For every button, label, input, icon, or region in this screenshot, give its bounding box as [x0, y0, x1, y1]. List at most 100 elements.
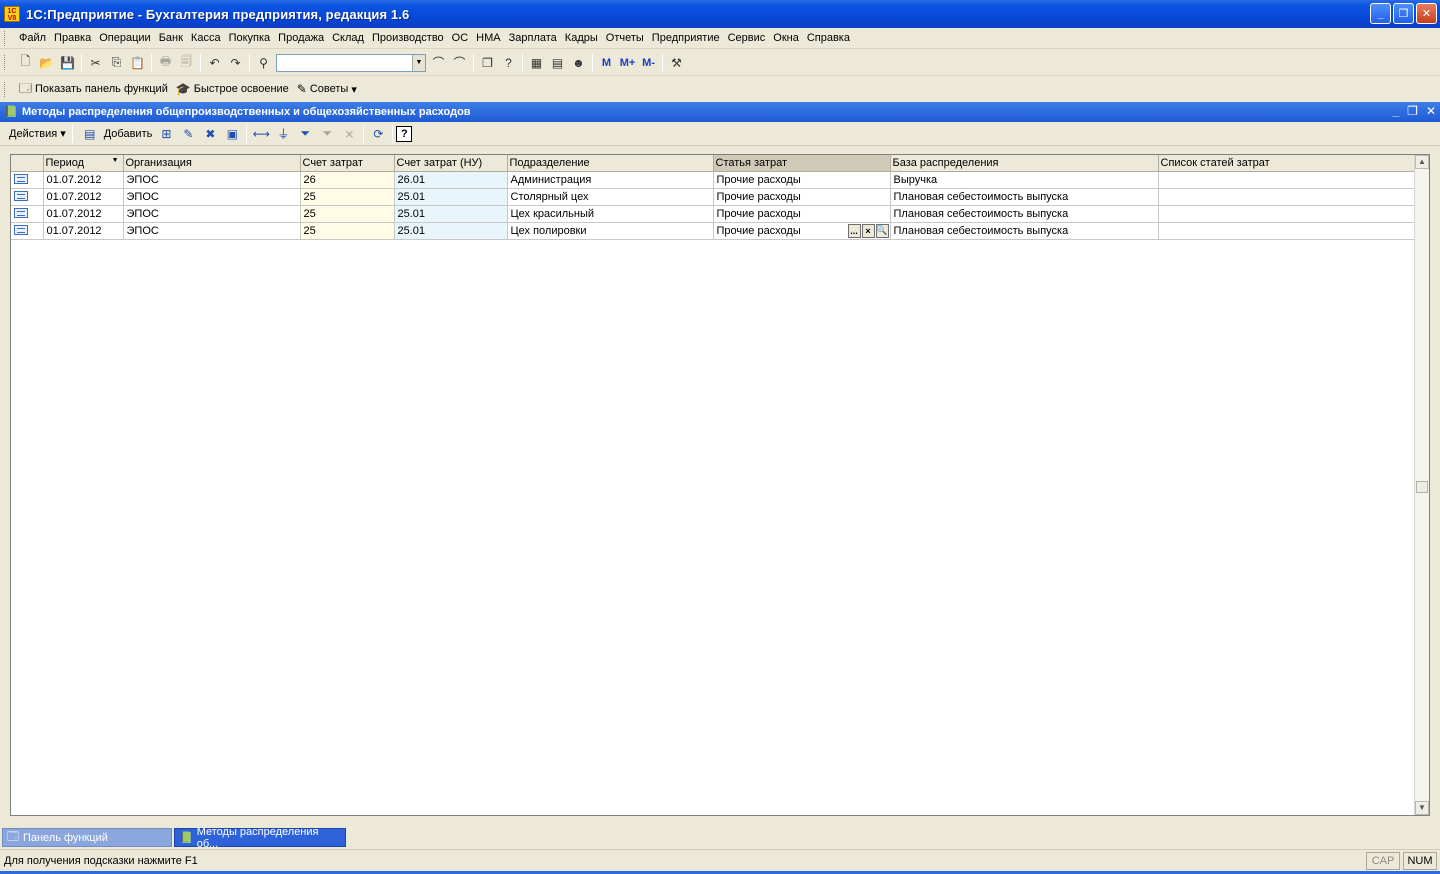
col-cost-item[interactable]: Статья затрат	[713, 155, 891, 172]
menu-file[interactable]: Файл	[15, 32, 50, 44]
tab-functions-panel[interactable]: 🗔 Панель функций	[2, 828, 172, 847]
cell-account[interactable]: 26	[300, 171, 395, 189]
new-document-icon[interactable]: 🗋	[15, 53, 36, 73]
cell-period[interactable]: 01.07.2012	[43, 222, 124, 240]
tips-button[interactable]: ✎ Советы ▾	[293, 82, 361, 96]
table-row-selected[interactable]: 01.07.2012 ЭПОС 25 25.01 Цех полировки П…	[11, 222, 1417, 240]
table-row[interactable]: 01.07.2012 ЭПОС 25 25.01 Столярный цех П…	[11, 188, 1417, 206]
cell-account-nu[interactable]: 25.01	[394, 222, 508, 240]
cell-division[interactable]: Цех полировки	[507, 222, 714, 240]
cell-cost-item[interactable]: Прочие расходы	[713, 171, 891, 189]
help-button[interactable]: ?	[396, 125, 413, 142]
interval-icon[interactable]: ⟷	[250, 124, 272, 144]
cell-base[interactable]: Плановая себестоимость выпуска	[890, 205, 1159, 223]
menu-production[interactable]: Производство	[368, 32, 448, 44]
cell-cost-item-editing[interactable]: Прочие расходы ... × 🔍	[713, 222, 891, 240]
child-close-button[interactable]: ✕	[1426, 104, 1436, 118]
search-combo[interactable]: ▼	[276, 53, 426, 72]
cell-period[interactable]: 01.07.2012	[43, 188, 124, 206]
menu-operations[interactable]: Операции	[95, 32, 154, 44]
cell-account[interactable]: 25	[300, 205, 395, 223]
menu-service[interactable]: Сервис	[724, 32, 770, 44]
cell-account[interactable]: 25	[300, 222, 395, 240]
scroll-thumb[interactable]	[1416, 481, 1428, 493]
help-1c-icon[interactable]: ?	[498, 53, 519, 73]
col-cost-list[interactable]: Список статей затрат	[1158, 155, 1417, 172]
menu-grip-icon[interactable]	[4, 30, 7, 46]
cell-org[interactable]: ЭПОС	[123, 205, 301, 223]
copy-row-icon[interactable]: ⊞	[155, 124, 177, 144]
minimize-button[interactable]: _	[1370, 3, 1391, 24]
paste-icon[interactable]: 📋	[127, 53, 148, 73]
menu-windows[interactable]: Окна	[769, 32, 803, 44]
quick-learning-button[interactable]: 🎓 Быстрое освоение	[172, 82, 293, 96]
find-next-icon[interactable]: ⌒	[428, 53, 449, 73]
menu-salary[interactable]: Зарплата	[505, 32, 561, 44]
print-preview-icon[interactable]: 🗐	[176, 53, 197, 73]
menu-cash[interactable]: Касса	[187, 32, 225, 44]
save-row-icon[interactable]: ▣	[221, 124, 243, 144]
undo-icon[interactable]: ↶	[204, 53, 225, 73]
menu-fixed-assets[interactable]: ОС	[448, 32, 473, 44]
col-organization[interactable]: Организация	[123, 155, 301, 172]
menu-intangibles[interactable]: НМА	[472, 32, 504, 44]
calculator-icon[interactable]: ▦	[526, 53, 547, 73]
memory-plus-button[interactable]: M+	[617, 53, 638, 73]
cell-list[interactable]	[1158, 222, 1417, 240]
windows-icon[interactable]: ❐	[477, 53, 498, 73]
menu-help[interactable]: Справка	[803, 32, 854, 44]
col-account[interactable]: Счет затрат	[300, 155, 395, 172]
cell-period[interactable]: 01.07.2012	[43, 171, 124, 189]
tips-dropdown-icon[interactable]: ▾	[351, 83, 357, 96]
scroll-down-icon[interactable]: ▼	[1415, 801, 1429, 815]
col-period[interactable]: Период ▼	[43, 155, 124, 172]
cell-division[interactable]: Столярный цех	[507, 188, 714, 206]
menu-reports[interactable]: Отчеты	[602, 32, 648, 44]
cell-org[interactable]: ЭПОС	[123, 222, 301, 240]
menu-enterprise[interactable]: Предприятие	[648, 32, 724, 44]
tools-icon[interactable]: ⚒	[666, 53, 687, 73]
select-ellipsis-button[interactable]: ...	[847, 223, 861, 238]
cell-base[interactable]: Плановая себестоимость выпуска	[890, 188, 1159, 206]
table-row[interactable]: 01.07.2012 ЭПОС 26 26.01 Администрация П…	[11, 171, 1417, 189]
col-account-nu[interactable]: Счет затрат (НУ)	[394, 155, 508, 172]
copy-icon[interactable]: ⎘	[106, 53, 127, 73]
cell-account[interactable]: 25	[300, 188, 395, 206]
col-base[interactable]: База распределения	[890, 155, 1159, 172]
cut-icon[interactable]: ✂	[85, 53, 106, 73]
memory-minus-button[interactable]: M-	[638, 53, 659, 73]
child-restore-button[interactable]: ❐	[1407, 104, 1418, 118]
register-table[interactable]: Период ▼ Организация Счет затрат Счет зат…	[10, 154, 1430, 816]
menu-sales[interactable]: Продажа	[274, 32, 328, 44]
cell-period[interactable]: 01.07.2012	[43, 205, 124, 223]
toolbar-grip-icon[interactable]	[4, 55, 7, 70]
cell-cost-item[interactable]: Прочие расходы	[713, 188, 891, 206]
cell-org[interactable]: ЭПОС	[123, 188, 301, 206]
add-button[interactable]: ▤ Добавить	[76, 124, 156, 144]
save-icon[interactable]: 💾	[57, 53, 78, 73]
cell-division[interactable]: Администрация	[507, 171, 714, 189]
redo-icon[interactable]: ↷	[225, 53, 246, 73]
user-icon[interactable]: ☻	[568, 53, 589, 73]
print-icon[interactable]: 🖶	[155, 53, 176, 73]
open-folder-icon[interactable]: 📂	[36, 53, 57, 73]
table-row[interactable]: 01.07.2012 ЭПОС 25 25.01 Цех красильный …	[11, 205, 1417, 223]
col-division[interactable]: Подразделение	[507, 155, 714, 172]
filter-history-icon[interactable]: ⏷	[316, 124, 338, 144]
scroll-up-icon[interactable]: ▲	[1415, 155, 1429, 169]
menu-warehouse[interactable]: Склад	[328, 32, 368, 44]
actions-menu-button[interactable]: Действия ▾	[6, 127, 69, 141]
vertical-scrollbar[interactable]: ▲ ▼	[1414, 155, 1429, 815]
cell-account-nu[interactable]: 26.01	[394, 171, 508, 189]
child-minimize-button[interactable]: _	[1392, 104, 1399, 118]
cell-division[interactable]: Цех красильный	[507, 205, 714, 223]
refresh-icon[interactable]: ⟳	[367, 124, 389, 144]
find-prev-icon[interactable]: ⌒	[449, 53, 470, 73]
open-search-icon[interactable]: 🔍	[875, 223, 889, 238]
menu-bank[interactable]: Банк	[155, 32, 187, 44]
cell-list[interactable]	[1158, 171, 1417, 189]
clear-x-button[interactable]: ×	[861, 223, 875, 238]
filter-by-value-icon[interactable]: ⏷	[294, 124, 316, 144]
restore-button[interactable]: ❐	[1393, 3, 1414, 24]
memory-m-button[interactable]: M	[596, 53, 617, 73]
